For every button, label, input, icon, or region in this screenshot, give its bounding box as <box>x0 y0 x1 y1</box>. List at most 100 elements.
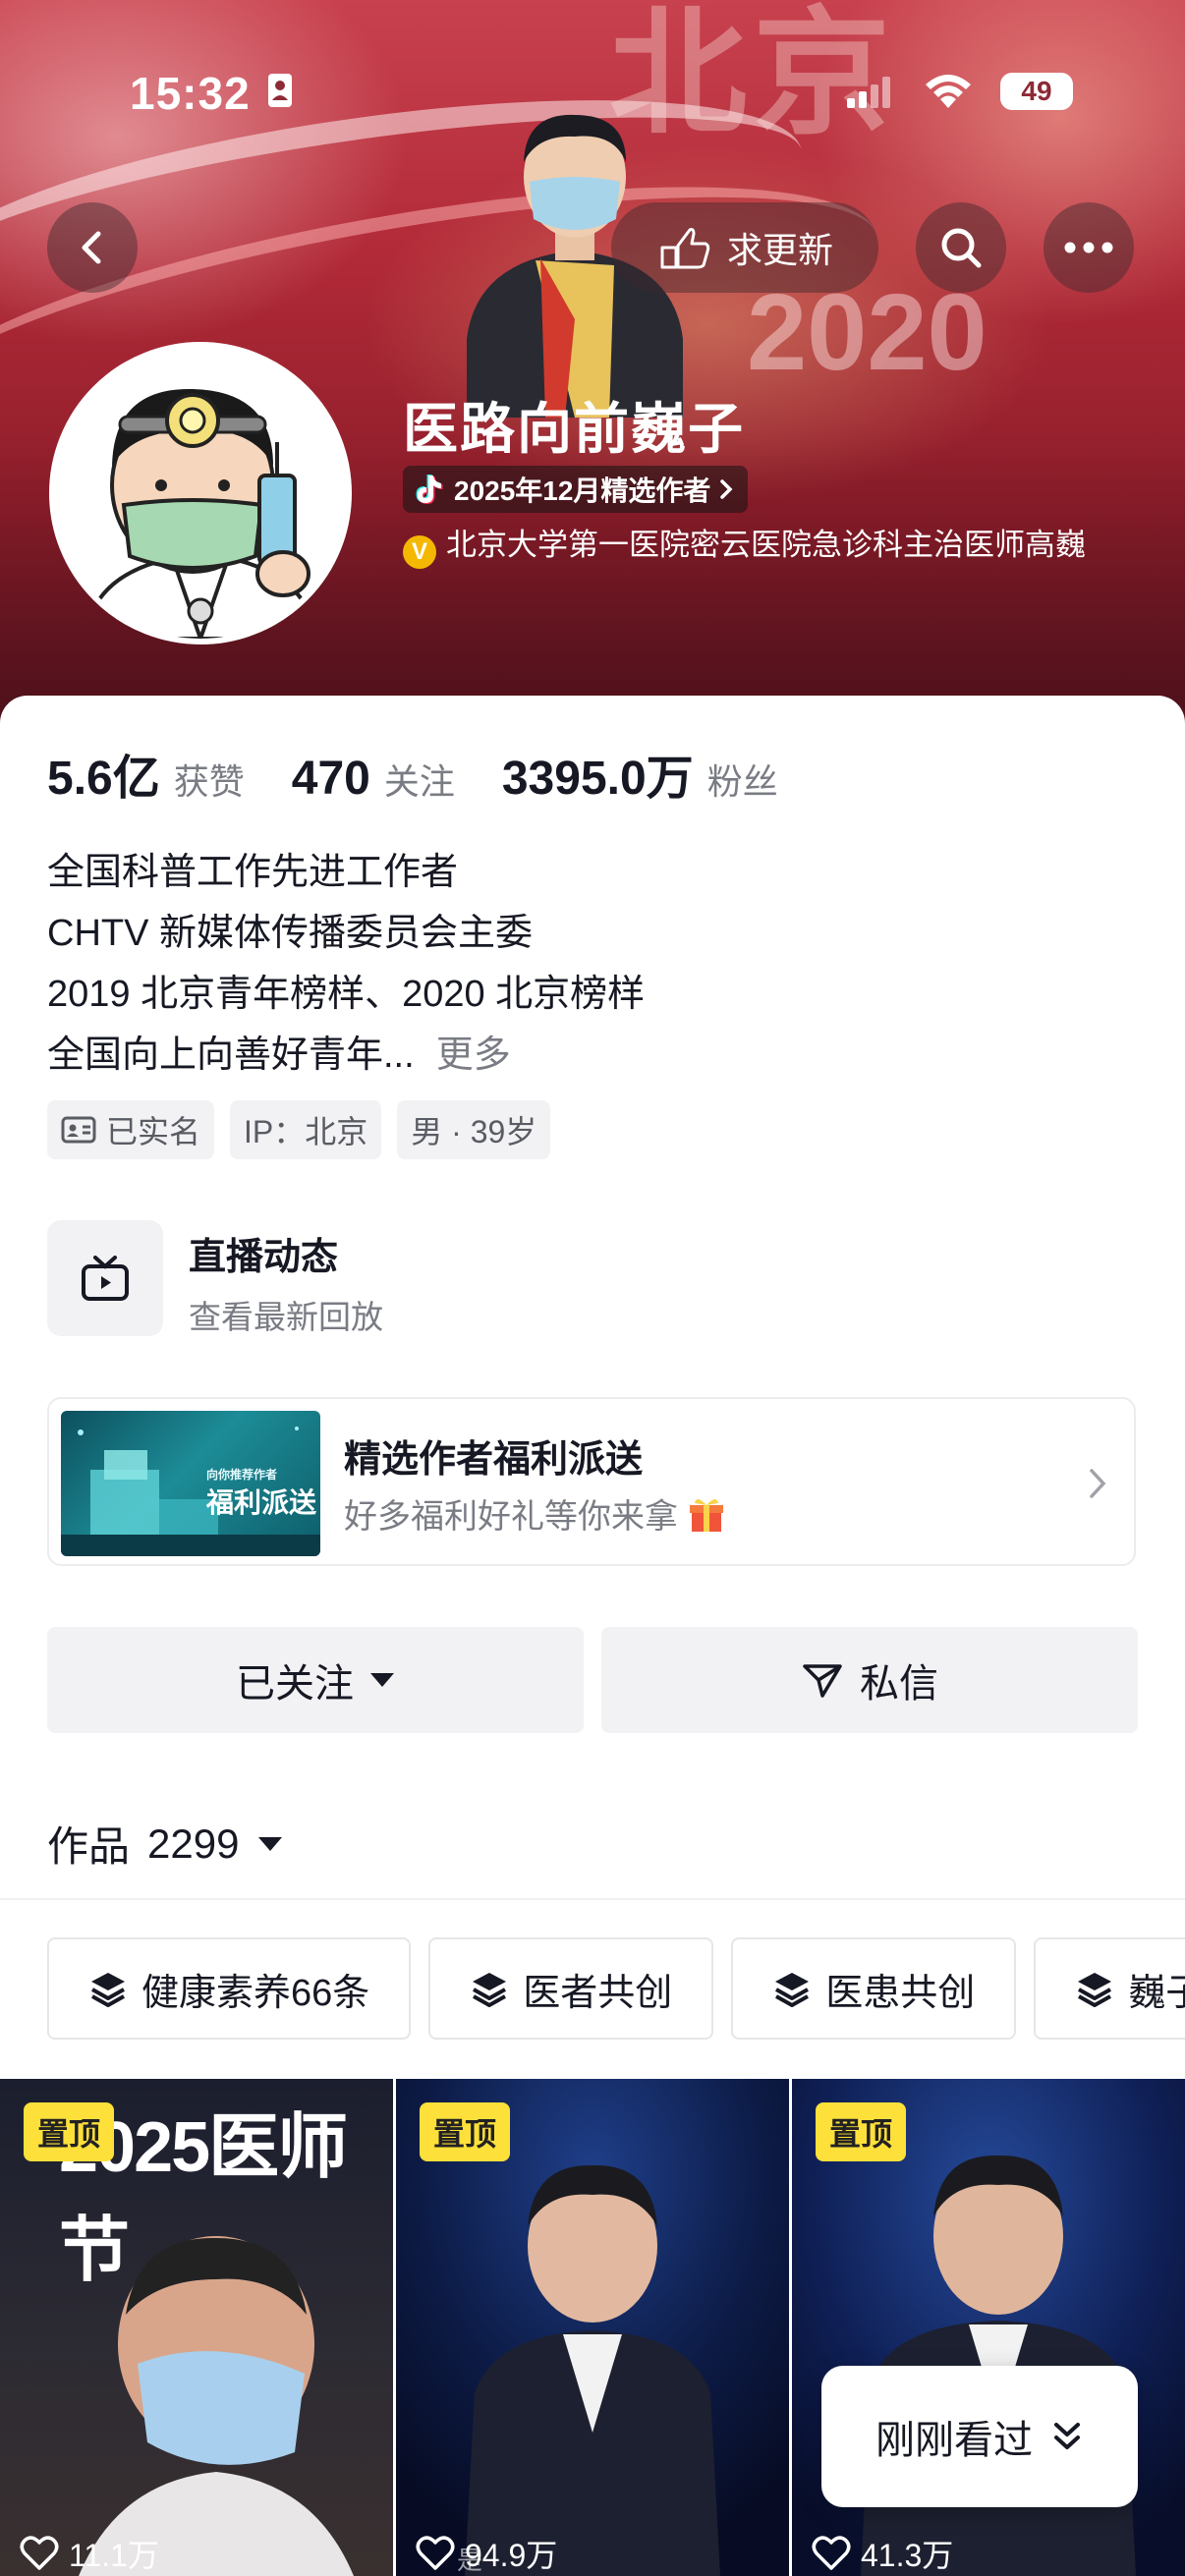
bio-line-last: 全国向上向善好青年... 更多 <box>47 1024 1128 1078</box>
profile-nickname: 医路向前巍子 <box>403 398 745 460</box>
collection-chip-label: 医患共创 <box>825 1972 976 2014</box>
likes-label: 获赞 <box>173 761 245 802</box>
featured-author-label: 2025年12月精选作者 <box>454 476 711 506</box>
pointing-hand-icon <box>660 228 710 269</box>
more-options-button[interactable] <box>1044 202 1134 293</box>
video-thumbnail[interactable]: 2025医师节 置顶 11.1万 <box>0 2079 393 2576</box>
verification-text: 北京大学第一医院密云医院急诊科主治医师高巍 <box>446 528 1086 562</box>
bio-line: CHTV 新媒体传播委员会主委 <box>47 913 534 954</box>
collection-chip[interactable]: 医者共创 <box>428 1937 714 2040</box>
request-update-button[interactable]: 求更新 <box>611 202 878 293</box>
tv-icon <box>82 1256 129 1301</box>
caret-down-icon <box>258 1836 283 1851</box>
search-icon <box>941 228 982 268</box>
live-title[interactable]: 直播动态 <box>189 1226 338 1280</box>
chevron-right-icon <box>1090 1469 1106 1498</box>
more-dots-icon <box>1064 242 1113 253</box>
send-icon <box>803 1664 842 1698</box>
likes-count-label: 11.1万 <box>69 2538 159 2573</box>
recently-viewed-label: 刚刚看过 <box>875 2419 1033 2462</box>
video-thumbnail[interactable]: 置顶 是 94.9万 <box>396 2079 789 2576</box>
pinned-badge: 置顶 <box>24 2102 115 2161</box>
thumbnail-person-image <box>79 2236 354 2576</box>
promo-title: 精选作者福利派送 <box>344 1439 644 1481</box>
request-update-label: 求更新 <box>726 230 833 270</box>
promo-image: 向你推荐作者 福利派送 <box>61 1411 320 1556</box>
thumbnail-likes: 11.1万 <box>20 2531 159 2576</box>
battery-indicator: 49 <box>1000 73 1073 110</box>
tiktok-icon <box>416 475 443 504</box>
featured-author-promo-card[interactable]: 向你推荐作者 福利派送 精选作者福利派送 好多福利好礼等你来拿 <box>47 1397 1136 1566</box>
promo-image-title: 福利派送 <box>206 1487 317 1518</box>
featured-author-badge[interactable]: 2025年12月精选作者 <box>403 466 749 513</box>
followers-label[interactable]: 粉丝 <box>707 754 778 805</box>
collection-chip-label: 健康素养66条 <box>141 1972 370 2014</box>
collection-chips: 健康素养66条 医者共创 医患共创 巍子 <box>47 1937 1185 2040</box>
status-time: 15:32 <box>130 68 251 119</box>
likes-count-label: 41.3万 <box>861 2538 954 2573</box>
double-chevron-down-icon <box>1054 2423 1080 2449</box>
thumbnail-person-image <box>861 2155 1136 2576</box>
gift-icon <box>690 1498 724 1532</box>
following-button-label: 已关注 <box>236 1662 354 1706</box>
ip-location-tag: IP：北京 <box>230 1100 382 1159</box>
layers-icon <box>1078 1973 1112 2007</box>
collection-chip-label: 巍子 <box>1128 1972 1185 2014</box>
bio-line: 全国向上向善好青年... <box>47 1035 415 1076</box>
cellular-signal-icon <box>847 77 890 108</box>
id-card-icon <box>268 74 292 107</box>
wifi-icon <box>926 75 971 108</box>
back-button[interactable] <box>47 202 138 293</box>
live-replay-icon-box[interactable] <box>47 1220 163 1336</box>
collection-chip-label: 医者共创 <box>523 1972 673 2014</box>
bio-line: 2019 北京青年榜样、2020 北京榜样 <box>47 974 646 1015</box>
message-button[interactable]: 私信 <box>601 1627 1138 1733</box>
promo-subtitle-text: 好多福利好礼等你来拿 <box>344 1498 678 1536</box>
chevron-left-icon <box>82 231 101 264</box>
works-label: 作品 <box>47 1823 131 1870</box>
pinned-badge: 置顶 <box>816 2102 907 2161</box>
pinned-badge: 置顶 <box>420 2102 511 2161</box>
works-count: 2299 <box>147 1820 240 1867</box>
status-bar: 15:32 49 <box>0 0 1185 187</box>
collection-chip[interactable]: 巍子 <box>1034 1937 1185 2040</box>
doctor-cartoon-avatar <box>55 348 346 639</box>
real-name-label: 已实名 <box>106 1114 201 1149</box>
verification-info: V 北京大学第一医院密云医院急诊科主治医师高巍 <box>403 525 1120 569</box>
heart-icon <box>416 2536 455 2570</box>
works-tab[interactable]: 作品 2299 <box>47 1814 284 1874</box>
following-count[interactable]: 470 <box>292 752 370 806</box>
gender-age-tag: 男 · 39岁 <box>397 1100 551 1159</box>
likes-count: 5.6亿 <box>47 753 160 805</box>
avatar[interactable] <box>49 342 352 644</box>
heart-icon <box>812 2536 851 2570</box>
collection-chip[interactable]: 健康素养66条 <box>47 1937 412 2040</box>
bio-line: 全国科普工作先进工作者 <box>47 852 459 893</box>
followers-count[interactable]: 3395.0万 <box>502 739 694 808</box>
layers-icon <box>473 1973 507 2007</box>
search-button[interactable] <box>916 202 1006 293</box>
recently-viewed-button[interactable]: 刚刚看过 <box>821 2366 1138 2507</box>
message-button-label: 私信 <box>860 1662 938 1706</box>
collection-chip[interactable]: 医患共创 <box>731 1937 1017 2040</box>
real-name-tag: 已实名 <box>47 1100 215 1159</box>
heart-icon <box>20 2536 59 2570</box>
caret-down-icon <box>370 1673 394 1687</box>
layers-icon <box>775 1973 810 2007</box>
divider <box>0 1898 1185 1900</box>
promo-image-caption: 向你推荐作者 <box>206 1468 278 1482</box>
likes-count-label: 94.9万 <box>465 2538 558 2573</box>
bio-more-link[interactable]: 更多 <box>436 1035 511 1076</box>
thumbnail-likes: 41.3万 <box>812 2531 953 2576</box>
id-card-icon <box>61 1116 96 1144</box>
live-subtitle[interactable]: 查看最新回放 <box>189 1291 383 1338</box>
chevron-right-icon <box>720 479 733 499</box>
promo-subtitle: 好多福利好礼等你来拿 <box>344 1489 726 1538</box>
verified-v-icon: V <box>403 535 436 569</box>
thumbnail-person-image <box>465 2164 720 2576</box>
layers-icon <box>91 1973 125 2007</box>
thumbnail-likes: 94.9万 <box>416 2531 557 2576</box>
profile-stats: 5.6亿 获赞 470 关注 3395.0万 粉丝 <box>47 739 825 808</box>
following-label[interactable]: 关注 <box>384 754 455 805</box>
following-button[interactable]: 已关注 <box>47 1627 584 1733</box>
